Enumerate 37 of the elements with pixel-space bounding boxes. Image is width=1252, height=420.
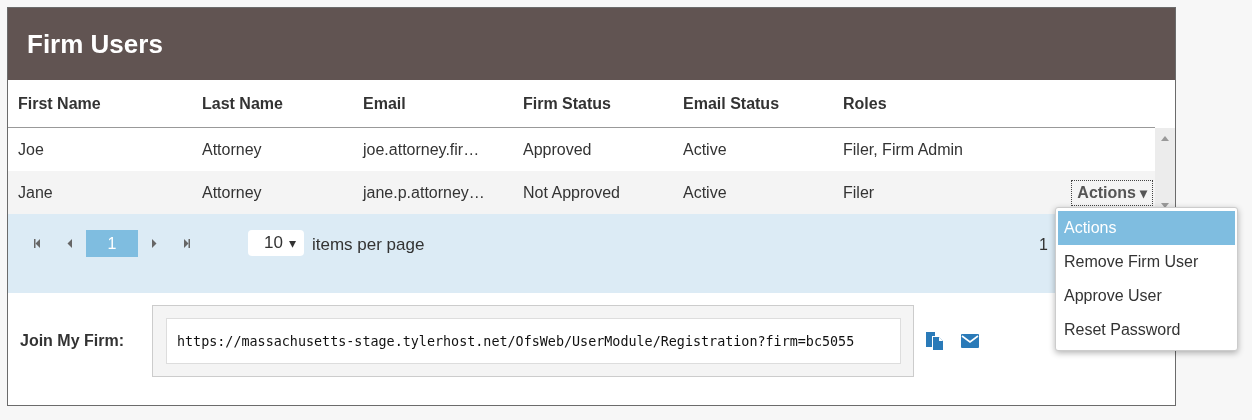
next-icon [150, 239, 158, 248]
envelope-icon [961, 334, 979, 348]
table-cell-text: Not Approved [522, 183, 621, 202]
table-cell-text: Filer [842, 183, 876, 202]
pager-summary: 1 [1039, 236, 1048, 254]
actions-button[interactable]: Actions ▾ [1071, 179, 1153, 206]
panel-title: Firm Users [27, 28, 163, 60]
table-cell-text: Filer, Firm Admin [842, 140, 964, 159]
table-cell-text: jane.p.attorney… [361, 183, 486, 202]
table-cell-text: joe.attorney.fir… [361, 140, 481, 159]
column-header: First Name [17, 94, 102, 113]
table-cell-text: Jane [17, 183, 54, 202]
copy-button[interactable] [926, 332, 943, 350]
column-header: Email Status [682, 94, 781, 113]
scroll-up-icon[interactable] [1161, 136, 1169, 141]
table-cell-text: Attorney [201, 183, 263, 202]
url-field[interactable]: https://massachusetts-stage.tylerhost.net/OfsWeb/UserModule/Registration?firm=bc5055 [166, 318, 901, 364]
column-header: Roles [842, 94, 888, 113]
copy-icon [926, 332, 943, 350]
previous-icon [66, 239, 74, 248]
menu-item[interactable]: Approve User [1058, 279, 1235, 313]
table-cell-text: Attorney [201, 140, 263, 159]
join-label: Join My Firm: [20, 332, 125, 350]
table-cell-text: Active [682, 140, 728, 159]
menu-item[interactable]: Remove Firm User [1058, 245, 1235, 279]
page-size-label: items per page [311, 235, 425, 255]
column-header: Last Name [201, 94, 284, 113]
table-cell-text: Joe [17, 140, 45, 159]
table-cell-text: Active [682, 183, 728, 202]
column-header: Firm Status [522, 94, 612, 113]
page-size-select[interactable]: 10 ▾ [248, 230, 304, 256]
last-page-icon [182, 239, 190, 248]
table-cell-text: Approved [522, 140, 593, 159]
menu-item[interactable]: Reset Password [1058, 313, 1235, 347]
email-button[interactable] [961, 334, 979, 348]
column-header: Email [362, 94, 407, 113]
first-page-icon [34, 239, 42, 248]
